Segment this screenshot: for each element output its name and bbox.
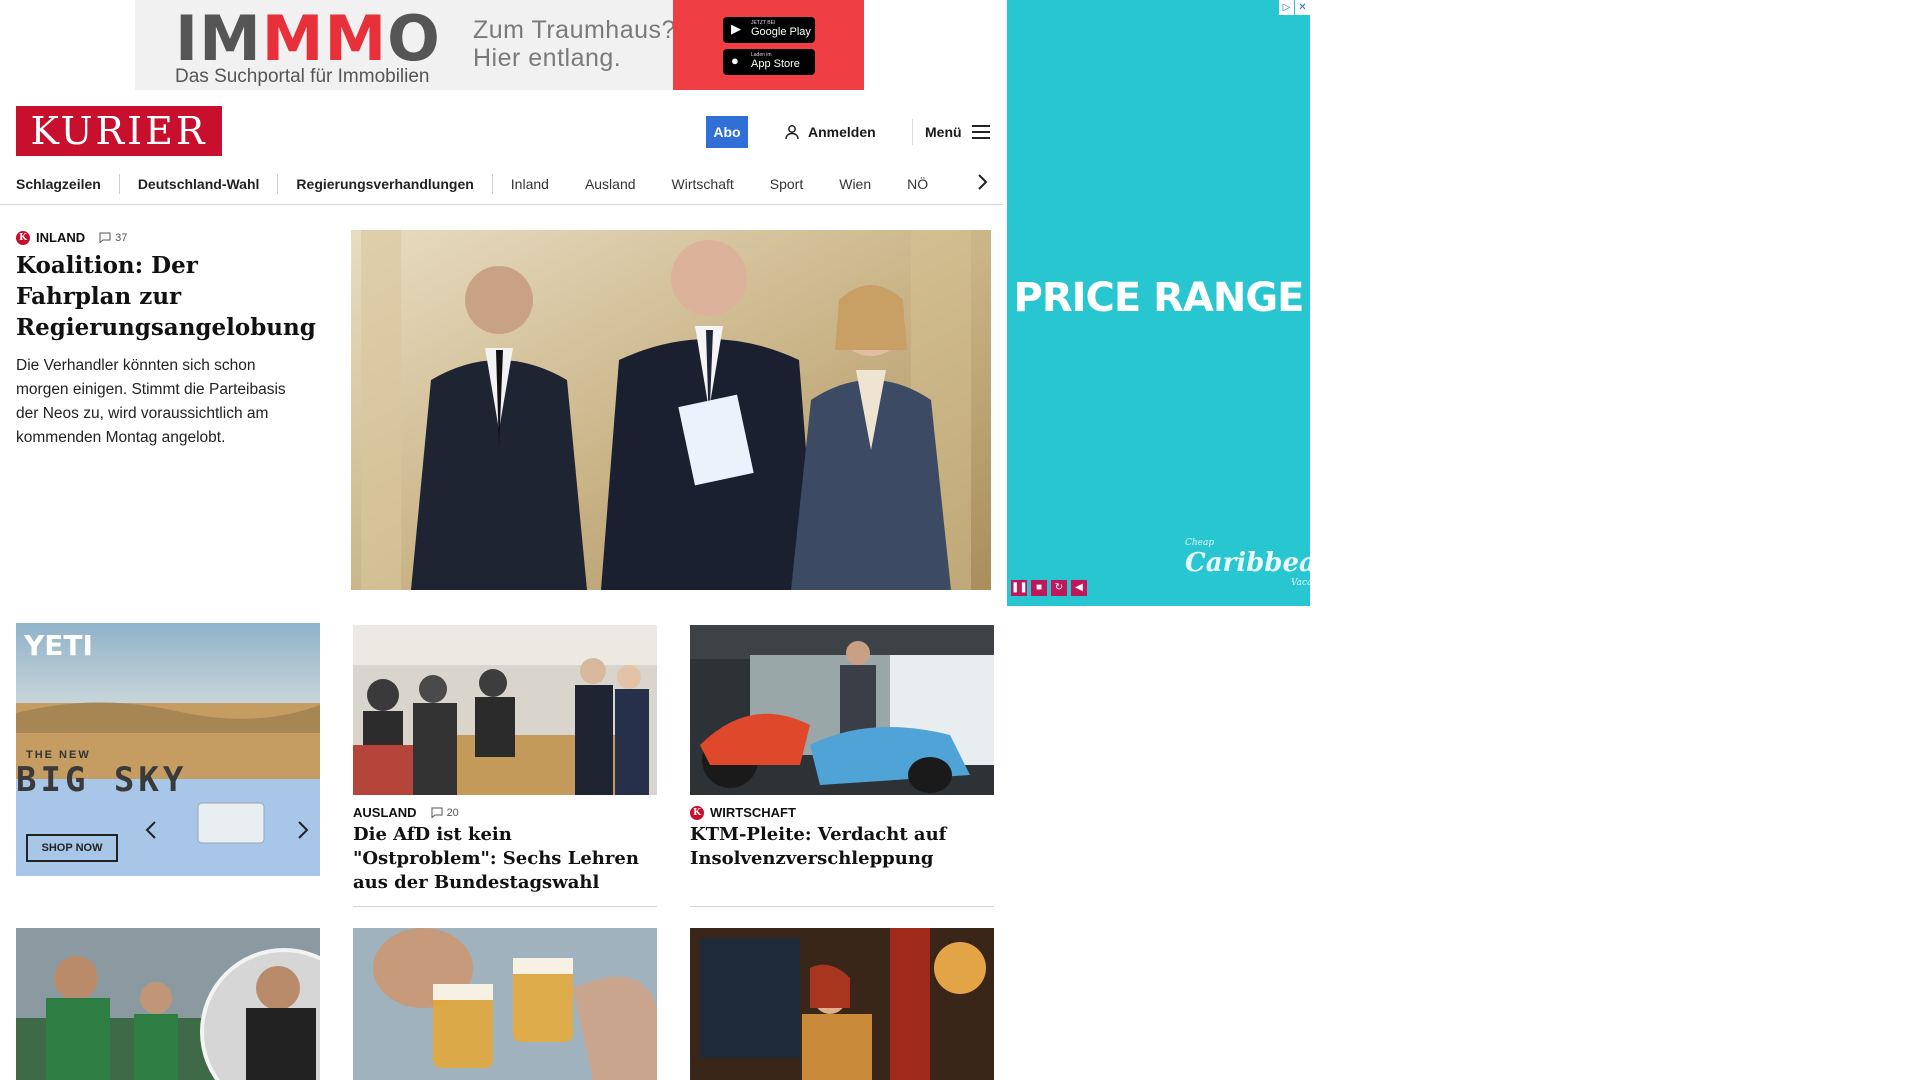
yeti-carousel-ad[interactable]: YETI THE NEW BIG SKY SHOP NOW: [16, 623, 320, 876]
pause-icon[interactable]: ❚❚: [1011, 580, 1028, 596]
card-divider: [353, 906, 657, 907]
ad-brand-logo: IMMMO: [175, 2, 441, 75]
nav-item-regierungsverhandlungen[interactable]: Regierungsverhandlungen: [278, 176, 491, 192]
hamburger-icon: [971, 125, 990, 139]
card-divider: [690, 906, 994, 907]
apple-icon: ●: [731, 53, 739, 68]
shop-now-button[interactable]: SHOP NOW: [26, 834, 118, 862]
article-image-reading[interactable]: [690, 928, 994, 1080]
login-button[interactable]: Anmelden: [784, 120, 876, 144]
nav-item-inland[interactable]: Inland: [493, 176, 567, 192]
play-icon: ▶: [731, 21, 741, 36]
card-ktm-title[interactable]: KTM-Pleite: Verdacht auf Insolvenzversch…: [690, 823, 990, 871]
comment-icon: [99, 232, 111, 243]
stop-icon[interactable]: ■: [1031, 580, 1047, 596]
side-display-ad[interactable]: ▷ ✕ PRICE RANGE Cheap Caribbean Vacation…: [1007, 0, 1310, 606]
nav-item-deutschland-wahl[interactable]: Deutschland-Wahl: [120, 176, 278, 192]
lead-category[interactable]: Inland: [36, 230, 85, 245]
article-image-sport[interactable]: [16, 928, 320, 1080]
nav-item-schlagzeilen[interactable]: Schlagzeilen: [16, 176, 119, 192]
chevron-right-icon[interactable]: [296, 820, 310, 840]
nav-bottom-border: [0, 204, 1003, 205]
card-ktm-category[interactable]: Wirtschaft: [710, 805, 796, 820]
nav-item-wirtschaft[interactable]: Wirtschaft: [654, 176, 752, 192]
chevron-left-icon[interactable]: [144, 820, 158, 840]
ad-store-panel: ▶ JETZT BEI Google Play ● Laden im App S…: [673, 0, 864, 90]
yeti-tagline-big: BIG SKY: [16, 760, 188, 800]
lead-article-title[interactable]: Koalition: Der Fahrplan zur Regierungsan…: [16, 250, 316, 343]
ad-subline: Das Suchportal für Immobilien: [175, 66, 430, 87]
kurier-logo[interactable]: KURIER: [16, 106, 222, 156]
nav-item-ausland[interactable]: Ausland: [567, 176, 654, 192]
replay-icon[interactable]: ↻: [1051, 580, 1067, 596]
menu-label: Menü: [925, 124, 962, 140]
yeti-logo: YETI: [24, 629, 93, 662]
google-play-badge[interactable]: ▶ JETZT BEI Google Play: [723, 17, 815, 43]
article-image-beer[interactable]: [353, 928, 657, 1080]
ad-brand-logo: Cheap Caribbean Vacations: [1185, 538, 1310, 588]
app-store-badge[interactable]: ● Laden im App Store: [723, 49, 815, 75]
ad-claim: Zum Traumhaus? Hier entlang.: [473, 16, 676, 72]
abo-button[interactable]: Abo: [706, 116, 748, 148]
lead-comment-count[interactable]: 37: [99, 232, 127, 244]
mute-icon[interactable]: ◀: [1071, 580, 1087, 596]
category-nav: Schlagzeilen Deutschland-Wahl Regierungs…: [16, 166, 996, 202]
lead-article-meta: K Inland 37: [16, 230, 127, 245]
card-afd-category[interactable]: Ausland: [353, 805, 417, 820]
card-afd-title[interactable]: Die AfD ist kein "Ostproblem": Sechs Leh…: [353, 823, 653, 895]
nav-item-sport[interactable]: Sport: [752, 176, 821, 192]
ad-headline: PRICE RANGE: [1013, 275, 1305, 321]
nav-item-noe[interactable]: NÖ: [889, 176, 946, 192]
chevron-right-icon[interactable]: [970, 170, 994, 194]
ad-choices-icon[interactable]: ▷: [1279, 0, 1294, 15]
lead-article-teaser[interactable]: Die Verhandler könnten sich schon morgen…: [16, 354, 306, 450]
header-divider: [912, 119, 913, 145]
login-label: Anmelden: [808, 124, 876, 140]
top-banner-ad[interactable]: IMMMO Das Suchportal für Immobilien Zum …: [135, 0, 864, 90]
kurier-k-icon: K: [16, 230, 30, 245]
nav-item-wien[interactable]: Wien: [821, 176, 889, 192]
comment-icon: [431, 807, 443, 818]
article-image-afd[interactable]: [353, 625, 657, 795]
card-afd-meta: Ausland 20: [353, 805, 459, 820]
menu-button[interactable]: Menü: [925, 120, 990, 144]
card-afd-comment-count[interactable]: 20: [431, 807, 459, 819]
lead-article-image[interactable]: [351, 230, 991, 590]
ad-close-icon[interactable]: ✕: [1295, 0, 1310, 15]
kurier-k-icon: K: [690, 805, 704, 820]
card-ktm-meta: K Wirtschaft: [690, 805, 796, 820]
article-image-ktm[interactable]: [690, 625, 994, 795]
user-icon: [785, 125, 799, 140]
